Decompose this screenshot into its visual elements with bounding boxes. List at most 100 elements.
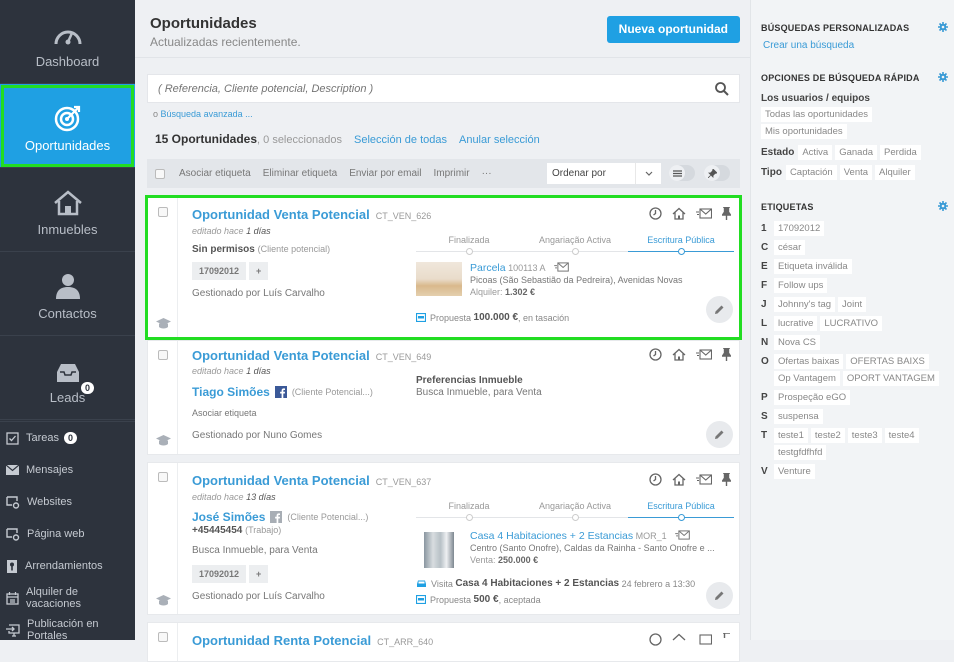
card-checkbox[interactable]: [158, 207, 168, 217]
tag-filter-chip[interactable]: Follow ups: [774, 278, 828, 293]
pin-icon[interactable]: [722, 348, 731, 361]
remove-tag-action[interactable]: Eliminar etiqueta: [263, 168, 337, 179]
card-title[interactable]: Oportunidad Venta Potencial CT_VEN_637: [192, 473, 431, 488]
opportunity-card[interactable]: Oportunidad Renta Potencial CT_ARR_640: [147, 622, 740, 662]
tag-filter-chip[interactable]: Venture: [774, 464, 815, 479]
sort-select[interactable]: Ordenar por: [547, 163, 661, 184]
edit-button[interactable]: [706, 582, 733, 609]
list-view-toggle[interactable]: [669, 165, 695, 181]
home-icon[interactable]: [672, 473, 686, 486]
tag-filter-chip[interactable]: OPORT VANTAGEM: [842, 371, 939, 386]
tag-filter-chip[interactable]: 17092012: [774, 221, 825, 236]
add-tag-button[interactable]: +: [249, 262, 269, 280]
tag-filter-chip[interactable]: Etiqueta inválida: [774, 259, 852, 274]
print-action[interactable]: Imprimir: [433, 168, 469, 179]
property-name[interactable]: Parcela: [470, 262, 506, 274]
filter-all-opportunities[interactable]: Todas las oportunidades: [761, 107, 872, 122]
pin-icon[interactable]: [722, 207, 731, 220]
tag-filter-chip[interactable]: teste4: [884, 428, 919, 443]
tag-filter-chip[interactable]: suspensa: [774, 409, 823, 424]
card-title[interactable]: Oportunidad Venta Potencial CT_VEN_649: [192, 348, 431, 363]
clock-icon[interactable]: [649, 348, 662, 361]
filter-tipo-alquiler[interactable]: Alquiler: [875, 165, 915, 180]
opportunity-card[interactable]: Oportunidad Venta Potencial CT_VEN_626 ed…: [145, 195, 742, 340]
card-checkbox[interactable]: [158, 472, 168, 482]
nav-websites[interactable]: Websites: [0, 486, 135, 518]
select-all-checkbox[interactable]: [155, 168, 165, 179]
send-email-icon[interactable]: [696, 349, 712, 360]
advanced-search-link[interactable]: Búsqueda avanzada ...: [161, 109, 253, 119]
tag-filter-chip[interactable]: lucrative: [774, 316, 818, 331]
card-title[interactable]: Oportunidad Renta Potencial CT_ARR_640: [192, 633, 433, 648]
send-email-icon[interactable]: [696, 208, 712, 219]
send-email-icon[interactable]: [675, 530, 691, 540]
nav-inmuebles[interactable]: Inmuebles: [0, 168, 135, 252]
edit-button[interactable]: [706, 296, 733, 323]
gear-icon[interactable]: [938, 201, 948, 211]
property-thumbnail[interactable]: [416, 262, 462, 296]
home-icon[interactable]: [672, 348, 686, 361]
stage-active[interactable]: Escritura Pública: [628, 501, 734, 511]
stage-active[interactable]: Escritura Pública: [628, 235, 734, 245]
stage[interactable]: Angariação Activa: [522, 501, 628, 511]
tag-filter-chip[interactable]: Nova CS: [774, 335, 821, 350]
clear-selection-link[interactable]: Anular selección: [459, 134, 540, 146]
filter-tipo-captacion[interactable]: Captación: [785, 165, 837, 180]
gear-icon[interactable]: [938, 22, 948, 32]
tag-chip[interactable]: 17092012: [192, 565, 247, 583]
tag-filter-chip[interactable]: Prospeção eGO: [774, 390, 851, 405]
card-checkbox[interactable]: [158, 632, 168, 642]
contact-name[interactable]: Tiago Simões: [192, 385, 270, 399]
select-all-link[interactable]: Selección de todas: [354, 134, 447, 146]
pinned-toggle[interactable]: [704, 165, 730, 181]
tag-filter-chip[interactable]: Joint: [838, 297, 867, 312]
gear-icon[interactable]: [938, 72, 948, 82]
stage[interactable]: Finalizada: [416, 501, 522, 511]
contact-name[interactable]: José Simões: [192, 510, 265, 524]
nav-tareas[interactable]: Tareas 0: [0, 422, 135, 454]
home-icon[interactable]: [672, 207, 686, 220]
opportunity-card[interactable]: Oportunidad Venta Potencial CT_VEN_649 ed…: [147, 340, 740, 455]
tag-filter-chip[interactable]: Johnny's tag: [774, 297, 836, 312]
filter-my-opportunities[interactable]: Mis oportunidades: [761, 124, 847, 139]
tag-filter-chip[interactable]: Ofertas baixas: [774, 354, 844, 369]
new-opportunity-button[interactable]: Nueva oportunidad: [606, 16, 740, 43]
nav-publicacion-portales[interactable]: Publicación en Portales: [0, 614, 135, 646]
add-tag-button[interactable]: +: [249, 565, 269, 583]
search-icon[interactable]: [715, 81, 729, 96]
stage[interactable]: Angariação Activa: [522, 235, 628, 245]
nav-contactos[interactable]: Contactos: [0, 252, 135, 336]
create-search-link[interactable]: Crear una búsqueda: [763, 40, 944, 51]
edit-button[interactable]: [706, 421, 733, 448]
pin-icon[interactable]: [722, 473, 731, 486]
card-checkbox[interactable]: [158, 350, 168, 360]
tag-filter-chip[interactable]: testgfdfhfd: [774, 445, 827, 460]
send-email-icon[interactable]: [553, 262, 569, 272]
filter-estado-activa[interactable]: Activa: [798, 145, 833, 160]
nav-oportunidades[interactable]: Oportunidades: [0, 84, 135, 168]
property-thumbnail[interactable]: [424, 532, 454, 568]
nav-dashboard[interactable]: Dashboard: [0, 0, 135, 84]
stage[interactable]: Finalizada: [416, 235, 522, 245]
filter-estado-ganada[interactable]: Ganada: [835, 145, 878, 160]
tag-filter-chip[interactable]: césar: [774, 240, 806, 255]
send-email-action[interactable]: Enviar por email: [349, 168, 421, 179]
tag-filter-chip[interactable]: teste3: [847, 428, 882, 443]
filter-tipo-venta[interactable]: Venta: [839, 165, 873, 180]
clock-icon[interactable]: [649, 473, 662, 486]
associate-tag-action[interactable]: Asociar etiqueta: [179, 168, 251, 179]
filter-estado-perdida[interactable]: Perdida: [880, 145, 921, 160]
nav-leads[interactable]: Leads 0: [0, 336, 135, 420]
clock-icon[interactable]: [649, 207, 662, 220]
tag-filter-chip[interactable]: teste2: [810, 428, 845, 443]
opportunity-card[interactable]: Oportunidad Venta Potencial CT_VEN_637 ed…: [147, 462, 740, 615]
tag-chip[interactable]: 17092012: [192, 262, 247, 280]
property-name[interactable]: Casa 4 Habitaciones + 2 Estancias: [470, 530, 633, 542]
search-input[interactable]: [158, 82, 715, 95]
associate-tag-link[interactable]: Asociar etiqueta: [192, 408, 257, 418]
more-actions[interactable]: ···: [482, 168, 492, 179]
tag-filter-chip[interactable]: Op Vantagem: [774, 371, 840, 386]
card-title[interactable]: Oportunidad Venta Potencial CT_VEN_626: [192, 207, 431, 222]
nav-mensajes[interactable]: Mensajes: [0, 454, 135, 486]
tag-filter-chip[interactable]: teste1: [774, 428, 808, 443]
